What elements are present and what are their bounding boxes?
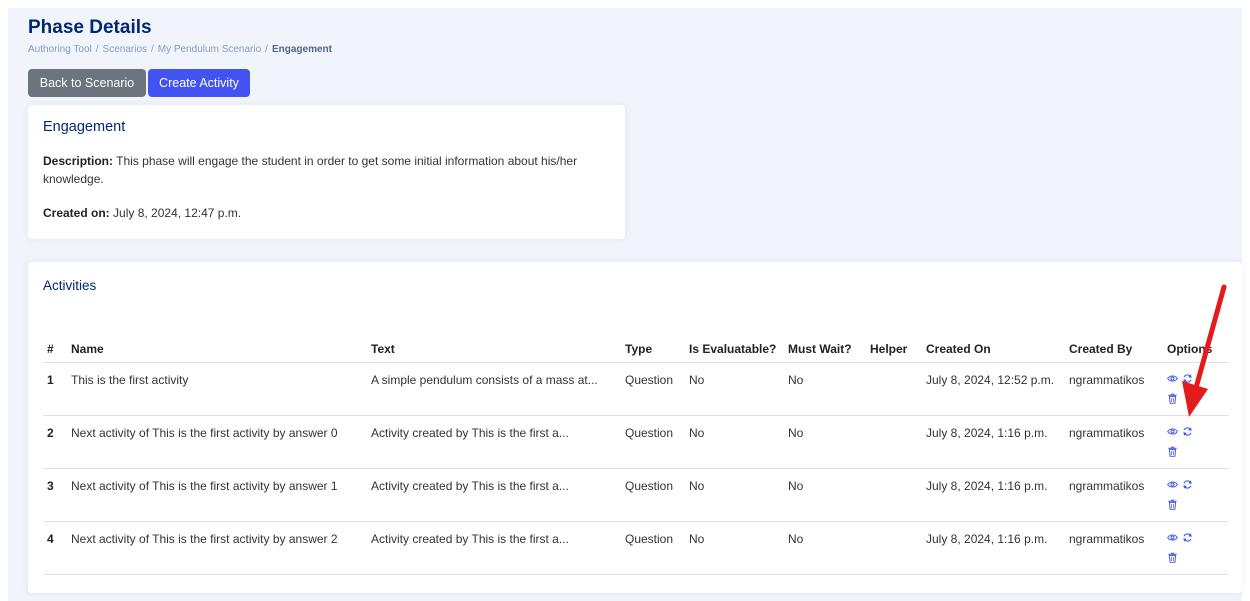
- breadcrumb-current: Engagement: [271, 44, 332, 55]
- refresh-icon[interactable]: [1182, 530, 1193, 548]
- activity-text: Activity created by This is the first a.…: [367, 415, 621, 469]
- phase-card: Engagement Description: This phase will …: [28, 105, 625, 239]
- breadcrumb-separator: /: [151, 44, 154, 55]
- col-name: Name: [67, 314, 367, 363]
- breadcrumb-separator: /: [265, 44, 268, 55]
- activity-evaluatable: No: [685, 521, 784, 575]
- activity-name: Next activity of This is the first activ…: [67, 468, 367, 522]
- activity-name: Next activity of This is the first activ…: [67, 521, 367, 575]
- col-created-by: Created By: [1065, 314, 1163, 363]
- refresh-icon[interactable]: [1182, 477, 1193, 495]
- activity-helper: [866, 415, 922, 469]
- breadcrumb-scenarios[interactable]: Scenarios: [103, 44, 147, 55]
- annotation-arrow-icon: [1182, 284, 1227, 417]
- activity-evaluatable: No: [685, 468, 784, 522]
- eye-icon[interactable]: [1167, 530, 1178, 548]
- activity-name: Next activity of This is the first activ…: [67, 415, 367, 469]
- phase-description: Description: This phase will engage the …: [43, 152, 603, 188]
- activity-type: Question: [621, 415, 685, 469]
- activities-table: # Name Text Type Is Evaluatable? Must Wa…: [43, 314, 1229, 575]
- trash-icon[interactable]: [1167, 444, 1178, 462]
- created-label: Created on:: [43, 206, 110, 220]
- trash-icon[interactable]: [1167, 497, 1178, 515]
- activities-title: Activities: [43, 278, 97, 293]
- table-row: 3 Next activity of This is the first acti…: [43, 468, 1229, 522]
- phase-title: Engagement: [43, 119, 126, 135]
- table-row: 4 Next activity of This is the first acti…: [43, 521, 1229, 575]
- activity-text: Activity created by This is the first a.…: [367, 468, 621, 522]
- activity-helper: [866, 468, 922, 522]
- created-date: July 8, 2024, 12:47 p.m.: [113, 206, 242, 220]
- table-header-row: # Name Text Type Is Evaluatable? Must Wa…: [43, 314, 1229, 363]
- activity-must-wait: No: [784, 415, 866, 469]
- col-helper: Helper: [866, 314, 922, 363]
- row-options: [1163, 521, 1229, 575]
- activities-card: Activities # Name Text Type Is Evaluatab…: [28, 262, 1242, 593]
- page-background: Phase Details Authoring Tool / Scenarios / M…: [8, 8, 1242, 601]
- back-to-scenario-button[interactable]: Back to Scenario: [28, 69, 146, 97]
- eye-icon[interactable]: [1167, 424, 1178, 442]
- table-row: 2 Next activity of This is the first acti…: [43, 415, 1229, 469]
- eye-icon[interactable]: [1167, 477, 1178, 495]
- description-label: Description:: [43, 154, 114, 168]
- page-title: Phase Details: [28, 17, 152, 38]
- col-type: Type: [621, 314, 685, 363]
- activity-helper: [866, 362, 922, 416]
- row-number: 4: [43, 521, 67, 575]
- breadcrumb-scenario[interactable]: My Pendulum Scenario: [158, 44, 261, 55]
- activity-must-wait: No: [784, 468, 866, 522]
- activity-text: A simple pendulum consists of a mass at.…: [367, 362, 621, 416]
- activity-created-by: ngrammatikos: [1065, 362, 1163, 416]
- activity-created-on: July 8, 2024, 1:16 p.m.: [922, 415, 1065, 469]
- activity-evaluatable: No: [685, 415, 784, 469]
- activity-created-by: ngrammatikos: [1065, 415, 1163, 469]
- row-options: [1163, 468, 1229, 522]
- row-number: 3: [43, 468, 67, 522]
- activity-created-by: ngrammatikos: [1065, 521, 1163, 575]
- activity-must-wait: No: [784, 521, 866, 575]
- activity-type: Question: [621, 468, 685, 522]
- activity-type: Question: [621, 521, 685, 575]
- activity-text: Activity created by This is the first a.…: [367, 521, 621, 575]
- activity-type: Question: [621, 362, 685, 416]
- activity-helper: [866, 521, 922, 575]
- col-created-on: Created On: [922, 314, 1065, 363]
- row-number: 2: [43, 415, 67, 469]
- activity-created-by: ngrammatikos: [1065, 468, 1163, 522]
- breadcrumb: Authoring Tool / Scenarios / My Pendulum Sce…: [28, 44, 332, 55]
- col-number: #: [43, 314, 67, 363]
- create-activity-button[interactable]: Create Activity: [148, 69, 250, 97]
- col-text: Text: [367, 314, 621, 363]
- trash-icon[interactable]: [1167, 550, 1178, 568]
- description-text: This phase will engage the student in or…: [43, 154, 578, 186]
- col-evaluatable: Is Evaluatable?: [685, 314, 784, 363]
- activity-name: This is the first activity: [67, 362, 367, 416]
- col-must-wait: Must Wait?: [784, 314, 866, 363]
- activity-created-on: July 8, 2024, 1:16 p.m.: [922, 521, 1065, 575]
- table-row: 1 This is the first activity A simple pend…: [43, 362, 1229, 416]
- phase-created: Created on: July 8, 2024, 12:47 p.m.: [43, 206, 241, 220]
- refresh-icon[interactable]: [1182, 424, 1193, 442]
- breadcrumb-separator: /: [95, 44, 99, 55]
- activity-evaluatable: No: [685, 362, 784, 416]
- row-number: 1: [43, 362, 67, 416]
- activity-must-wait: No: [784, 362, 866, 416]
- activity-created-on: July 8, 2024, 12:52 p.m.: [922, 362, 1065, 416]
- activity-created-on: July 8, 2024, 1:16 p.m.: [922, 468, 1065, 522]
- breadcrumb-authoring-tool[interactable]: Authoring Tool: [28, 44, 92, 55]
